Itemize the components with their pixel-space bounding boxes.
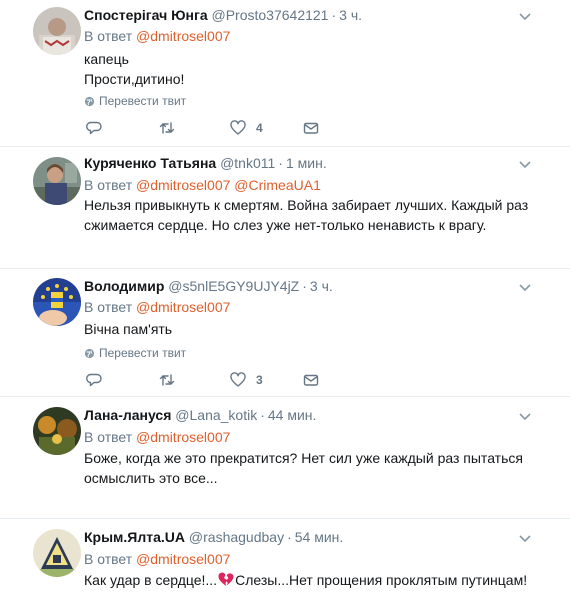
reply-prefix: В ответ <box>84 299 133 315</box>
globe-icon <box>84 348 95 359</box>
timestamp[interactable]: 3 ч. <box>310 278 333 294</box>
chevron-down-icon[interactable] <box>518 157 532 171</box>
display-name[interactable]: Лана-лануся <box>84 407 171 423</box>
translate-label: Перевести твит <box>99 346 187 360</box>
tweet[interactable]: Володимир @s5nlE5GY9UJY4jZ · 3 ч. В ответ … <box>0 269 570 397</box>
tweet-text-line: капець <box>84 51 129 67</box>
tweet-text: Нельзя привыкнуть к смертям. Война забир… <box>84 195 528 235</box>
display-name[interactable]: Спостерігач Юнга <box>84 7 208 23</box>
avatar[interactable] <box>33 157 81 205</box>
envelope-icon <box>303 374 319 386</box>
mention-link[interactable]: @dmitrosel007 <box>136 177 230 193</box>
retweet-icon <box>159 374 175 386</box>
mention-link[interactable]: @dmitrosel007 <box>136 28 230 44</box>
display-name[interactable]: Куряченко Татьяна <box>84 155 216 171</box>
display-name[interactable]: Крым.Ялта.UA <box>84 529 185 545</box>
tweet-text-line: Боже, когда же это прекратится? Нет сил … <box>84 450 523 466</box>
tweet-text-part: Как удар в сердце!... <box>84 572 218 588</box>
translate-tweet-link[interactable]: Перевести твит <box>84 346 186 360</box>
tweet-actions: 4 <box>84 119 324 137</box>
separator-dot: · <box>260 407 265 423</box>
user-handle[interactable]: @s5nlE5GY9UJY4jZ <box>168 278 299 294</box>
envelope-icon <box>303 122 319 134</box>
translate-tweet-link[interactable]: Перевести твит <box>84 94 186 108</box>
broken-heart-icon <box>218 572 234 586</box>
tweet[interactable]: Лана-лануся @Lana_kotik · 44 мин. В ответ … <box>0 397 570 519</box>
direct-message-button[interactable] <box>303 119 319 137</box>
tweet-text-line: сжимается сердце. Но слез уже нет-только… <box>84 217 487 233</box>
user-handle[interactable]: @rashagudbay <box>189 529 284 545</box>
globe-icon <box>84 96 95 107</box>
timestamp[interactable]: 54 мин. <box>295 529 344 545</box>
avatar[interactable] <box>33 407 81 455</box>
display-name[interactable]: Володимир <box>84 278 164 294</box>
heart-icon <box>230 372 246 387</box>
avatar[interactable] <box>33 529 81 577</box>
tweet-text: Боже, когда же это прекратится? Нет сил … <box>84 448 523 488</box>
tweet-text-line: Вічна пам'ять <box>84 321 173 337</box>
retweet-button[interactable] <box>159 119 175 137</box>
timestamp[interactable]: 44 мин. <box>268 407 317 423</box>
chevron-down-icon[interactable] <box>518 9 532 23</box>
tweet-text-line: Нельзя привыкнуть к смертям. Война забир… <box>84 197 529 213</box>
tweet[interactable]: Спостерігач Юнга @Prosto37642121 · 3 ч. В … <box>0 0 570 147</box>
tweet-text: Как удар в сердце!... Слезы...Нет прощени… <box>84 570 527 590</box>
reply-prefix: В ответ <box>84 28 133 44</box>
reply-prefix: В ответ <box>84 177 133 193</box>
tweet-text-line: осмыслить это все... <box>84 470 218 486</box>
reply-prefix: В ответ <box>84 551 133 567</box>
like-button[interactable]: 3 <box>230 371 263 389</box>
like-count: 4 <box>256 121 263 135</box>
mention-link[interactable]: @dmitrosel007 <box>136 299 230 315</box>
tweet-text-part: Слезы...Нет прощения проклятым путинцам! <box>235 572 528 588</box>
avatar[interactable] <box>33 7 81 55</box>
chevron-down-icon[interactable] <box>518 280 532 294</box>
mention-link[interactable]: @dmitrosel007 <box>136 551 230 567</box>
mention-link[interactable]: @dmitrosel007 <box>136 429 230 445</box>
tweet-text: Вічна пам'ять <box>84 319 172 339</box>
chevron-down-icon[interactable] <box>518 531 532 545</box>
tweet-text: капець Прости,дитино! <box>84 49 184 89</box>
retweet-icon <box>159 122 175 134</box>
separator-dot: · <box>278 155 283 171</box>
chevron-down-icon[interactable] <box>518 409 532 423</box>
translate-label: Перевести твит <box>99 94 187 108</box>
tweet[interactable]: Куряченко Татьяна @tnk011 · 1 мин. В ответ… <box>0 147 570 269</box>
reply-feed: Спостерігач Юнга @Prosto37642121 · 3 ч. В … <box>0 0 570 599</box>
separator-dot: · <box>287 529 292 545</box>
tweet-actions: 3 <box>84 371 324 389</box>
reply-button[interactable] <box>86 371 102 389</box>
timestamp[interactable]: 1 мин. <box>286 155 327 171</box>
user-handle[interactable]: @tnk011 <box>220 155 275 171</box>
retweet-button[interactable] <box>159 371 175 389</box>
reply-prefix: В ответ <box>84 429 133 445</box>
separator-dot: · <box>302 278 307 294</box>
tweet-text-line: Прости,дитино! <box>84 71 185 87</box>
mention-link[interactable]: @CrimeaUA1 <box>234 177 321 193</box>
separator-dot: · <box>331 7 337 23</box>
direct-message-button[interactable] <box>303 371 319 389</box>
avatar[interactable] <box>33 278 81 326</box>
user-handle[interactable]: @Prosto37642121 <box>212 7 329 23</box>
reply-icon <box>86 121 102 135</box>
tweet[interactable]: Крым.Ялта.UA @rashagudbay · 54 мин. В отве… <box>0 519 570 599</box>
timestamp[interactable]: 3 ч. <box>339 7 362 23</box>
reply-icon <box>86 373 102 387</box>
heart-icon <box>230 120 246 135</box>
like-button[interactable]: 4 <box>230 119 263 137</box>
reply-button[interactable] <box>86 119 102 137</box>
like-count: 3 <box>256 373 263 387</box>
user-handle[interactable]: @Lana_kotik <box>175 407 257 423</box>
